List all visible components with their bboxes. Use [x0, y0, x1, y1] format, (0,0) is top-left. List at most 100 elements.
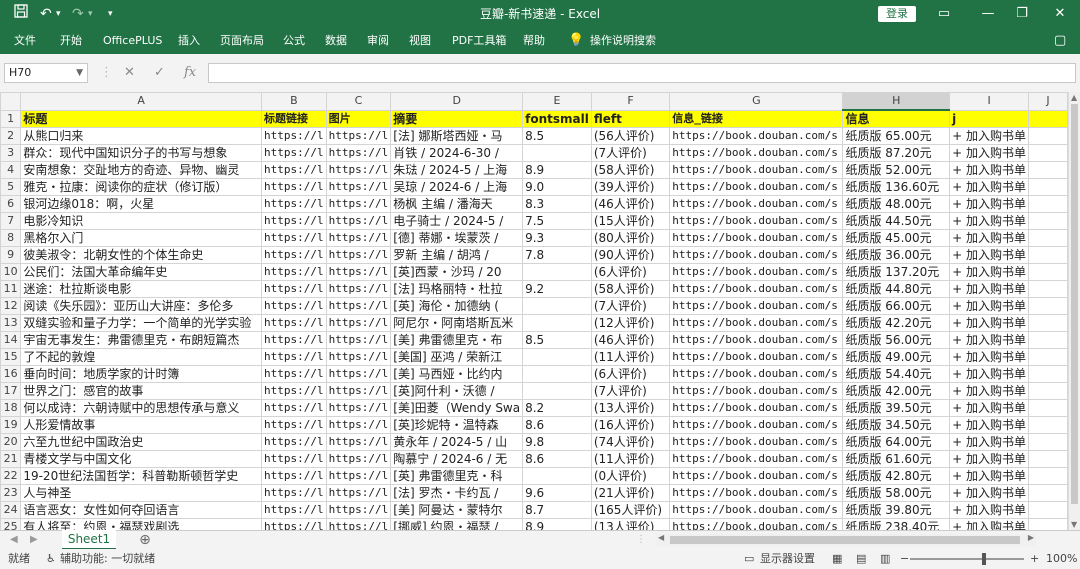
scrollbar-thumb[interactable]	[1071, 104, 1078, 504]
table-cell[interactable]: https://book.douban.com/s	[669, 450, 844, 468]
table-cell[interactable]: 纸质版 39.80元	[842, 501, 951, 519]
table-cell[interactable]: (58人评价)	[590, 161, 671, 179]
table-cell[interactable]: + 加入购书单	[949, 433, 1029, 451]
row-header[interactable]: 6	[0, 195, 22, 213]
column-header[interactable]: I	[949, 92, 1029, 111]
table-cell[interactable]: https://l	[261, 127, 327, 145]
table-cell[interactable]: (58人评价)	[590, 280, 671, 298]
table-cell[interactable]: 纸质版 64.00元	[842, 433, 951, 451]
table-cell[interactable]	[1028, 348, 1068, 366]
table-cell[interactable]	[1028, 314, 1068, 332]
column-header[interactable]: J	[1028, 92, 1068, 111]
table-cell[interactable]: j	[949, 109, 1029, 128]
table-cell[interactable]: + 加入购书单	[949, 484, 1029, 502]
column-header[interactable]: C	[325, 92, 392, 111]
table-cell[interactable]: [英]珍妮特・温特森	[390, 416, 524, 434]
table-cell[interactable]: 8.5	[522, 127, 592, 145]
table-cell[interactable]: 纸质版 36.00元	[842, 246, 951, 264]
table-cell[interactable]: https://book.douban.com/s	[669, 229, 844, 247]
table-cell[interactable]: 纸质版 65.00元	[842, 127, 951, 145]
table-cell[interactable]: 阿尼尔・阿南塔斯瓦米	[390, 314, 524, 332]
table-cell[interactable]: 雅克・拉康：阅读你的症状（修订版）	[20, 178, 263, 196]
table-cell[interactable]: [美] 阿曼达・蒙特尔	[390, 501, 524, 519]
row-header[interactable]: 5	[0, 178, 22, 196]
table-cell[interactable]: https://book.douban.com/s	[669, 382, 844, 400]
table-cell[interactable]: https://l	[325, 467, 392, 485]
table-cell[interactable]: https://l	[325, 348, 392, 366]
table-cell[interactable]: 19-20世纪法国哲学：科普勒斯顿哲学史	[20, 467, 263, 485]
row-header[interactable]: 23	[0, 484, 22, 502]
table-cell[interactable]	[522, 314, 592, 332]
table-cell[interactable]: + 加入购书单	[949, 144, 1029, 162]
table-cell[interactable]: https://l	[325, 297, 392, 315]
table-cell[interactable]: + 加入购书单	[949, 263, 1029, 281]
row-header[interactable]: 13	[0, 314, 22, 332]
normal-view-icon[interactable]: ▦	[832, 549, 842, 569]
table-cell[interactable]	[1028, 246, 1068, 264]
table-cell[interactable]	[1028, 229, 1068, 247]
table-cell[interactable]	[522, 382, 592, 400]
table-cell[interactable]: 人形爱情故事	[20, 416, 263, 434]
table-cell[interactable]: + 加入购书单	[949, 161, 1029, 179]
zoom-slider-thumb[interactable]	[982, 553, 986, 565]
table-cell[interactable]	[1028, 127, 1068, 145]
table-cell[interactable]: (7人评价)	[590, 144, 671, 162]
page-break-view-icon[interactable]: ▥	[880, 549, 890, 569]
table-cell[interactable]: https://book.douban.com/s	[669, 501, 844, 519]
table-cell[interactable]: [法] 罗杰・卡约瓦 /	[390, 484, 524, 502]
table-cell[interactable]: https://book.douban.com/s	[669, 161, 844, 179]
table-cell[interactable]: 纸质版 42.20元	[842, 314, 951, 332]
prev-sheet-icon[interactable]: ◀	[10, 531, 18, 549]
table-cell[interactable]: 纸质版 54.40元	[842, 365, 951, 383]
table-cell[interactable]: 8.6	[522, 450, 592, 468]
table-cell[interactable]: 8.3	[522, 195, 592, 213]
scroll-right-icon[interactable]: ▶	[1028, 533, 1034, 542]
row-header[interactable]: 19	[0, 416, 22, 434]
column-header[interactable]: H	[842, 92, 951, 111]
row-header[interactable]: 15	[0, 348, 22, 366]
table-cell[interactable]: + 加入购书单	[949, 382, 1029, 400]
table-cell[interactable]: 纸质版 66.00元	[842, 297, 951, 315]
table-cell[interactable]: https://book.douban.com/s	[669, 127, 844, 145]
table-cell[interactable]: 吴琼 / 2024-6 / 上海	[390, 178, 524, 196]
table-cell[interactable]: (6人评价)	[590, 263, 671, 281]
table-cell[interactable]	[1028, 382, 1068, 400]
insert-function-icon[interactable]: fx	[184, 63, 196, 83]
table-cell[interactable]: https://book.douban.com/s	[669, 280, 844, 298]
table-cell[interactable]: https://l	[325, 127, 392, 145]
table-cell[interactable]: 了不起的敦煌	[20, 348, 263, 366]
next-sheet-icon[interactable]: ▶	[30, 531, 38, 549]
table-cell[interactable]: [美] 马西娅・比约内	[390, 365, 524, 383]
table-cell[interactable]: [美国] 巫鸿 / 荣新江	[390, 348, 524, 366]
accessibility-status[interactable]: 辅助功能: 一切就绪	[60, 549, 155, 569]
table-cell[interactable]	[1028, 297, 1068, 315]
page-layout-view-icon[interactable]: ▤	[856, 549, 866, 569]
ribbon-display-options-icon[interactable]: ▭	[934, 4, 954, 24]
table-cell[interactable]: https://l	[325, 263, 392, 281]
table-cell[interactable]: fontsmall	[522, 109, 592, 128]
table-cell[interactable]	[1028, 263, 1068, 281]
table-cell[interactable]: https://l	[325, 314, 392, 332]
table-cell[interactable]: 纸质版 87.20元	[842, 144, 951, 162]
comments-icon[interactable]: ▢	[1054, 28, 1066, 54]
table-cell[interactable]: 7.8	[522, 246, 592, 264]
login-button[interactable]: 登录	[878, 6, 916, 22]
table-cell[interactable]: https://l	[261, 280, 327, 298]
row-header[interactable]: 10	[0, 263, 22, 281]
table-cell[interactable]: 8.5	[522, 331, 592, 349]
sheet-tab[interactable]: Sheet1	[62, 530, 116, 550]
row-header[interactable]: 7	[0, 212, 22, 230]
horizontal-scrollbar[interactable]: ◀ ▶	[656, 533, 1036, 546]
table-cell[interactable]: (13人评价)	[590, 518, 671, 530]
table-cell[interactable]: + 加入购书单	[949, 450, 1029, 468]
table-cell[interactable]: https://l	[261, 450, 327, 468]
table-cell[interactable]: https://book.douban.com/s	[669, 212, 844, 230]
table-cell[interactable]: https://l	[261, 178, 327, 196]
close-icon[interactable]: ✕	[1050, 4, 1070, 24]
vertical-scrollbar[interactable]: ▲ ▼	[1068, 92, 1080, 530]
table-cell[interactable]: https://book.douban.com/s	[669, 144, 844, 162]
table-cell[interactable]: 青楼文学与中国文化	[20, 450, 263, 468]
table-cell[interactable]: + 加入购书单	[949, 365, 1029, 383]
table-cell[interactable]: https://l	[325, 484, 392, 502]
table-cell[interactable]: 纸质版 39.50元	[842, 399, 951, 417]
